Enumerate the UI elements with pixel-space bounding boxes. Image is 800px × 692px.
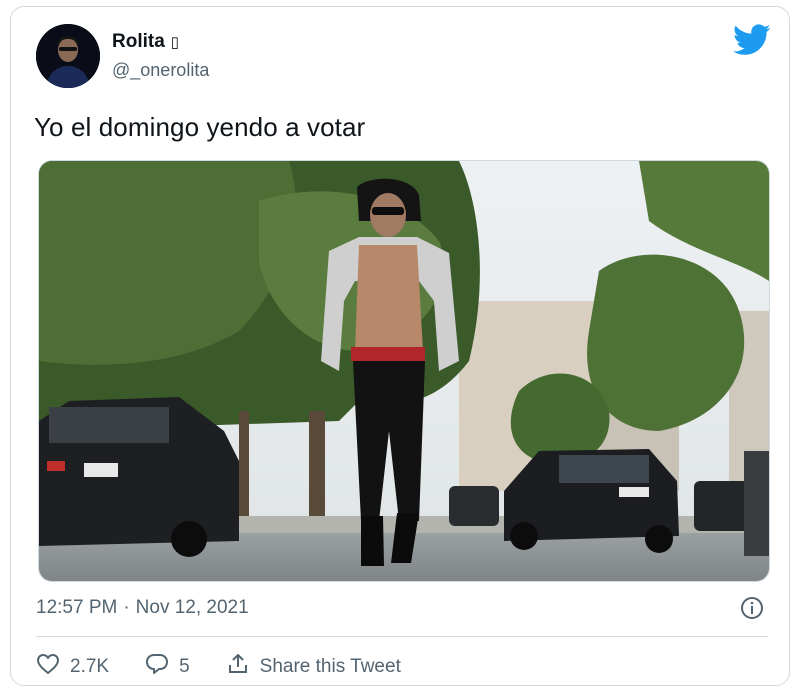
tweet-text: Yo el domingo yendo a votar xyxy=(34,112,366,142)
tweet-timestamp: 12:57 PM · Nov 12, 2021 xyxy=(36,597,249,619)
avatar[interactable] xyxy=(36,24,100,88)
heart-icon xyxy=(36,653,60,681)
author-name-row[interactable]: Rolita ▯ xyxy=(112,31,179,53)
tweet-actions: 2.7K 5 Share this Tweet xyxy=(36,652,437,682)
like-count: 2.7K xyxy=(70,656,110,677)
share-label: Share this Tweet xyxy=(259,656,401,677)
tweet-date-link[interactable]: Nov 12, 2021 xyxy=(136,597,249,619)
share-button[interactable]: Share this Tweet xyxy=(226,652,401,682)
divider xyxy=(36,636,768,637)
reply-button[interactable]: 5 xyxy=(145,653,190,681)
tweet-time-link[interactable]: 12:57 PM xyxy=(36,597,117,619)
like-button[interactable]: 2.7K xyxy=(36,653,109,681)
timestamp-separator: · xyxy=(123,597,130,618)
tweet-photo[interactable] xyxy=(38,160,770,582)
author-handle[interactable]: @_onerolita xyxy=(112,60,209,81)
reply-icon xyxy=(145,653,169,681)
reply-count: 5 xyxy=(179,656,190,677)
author-name-emoji: ▯ xyxy=(170,34,180,51)
author-name[interactable]: Rolita xyxy=(112,31,165,53)
twitter-bird-icon[interactable] xyxy=(733,24,771,56)
info-icon[interactable] xyxy=(740,596,764,620)
share-icon xyxy=(226,652,250,682)
